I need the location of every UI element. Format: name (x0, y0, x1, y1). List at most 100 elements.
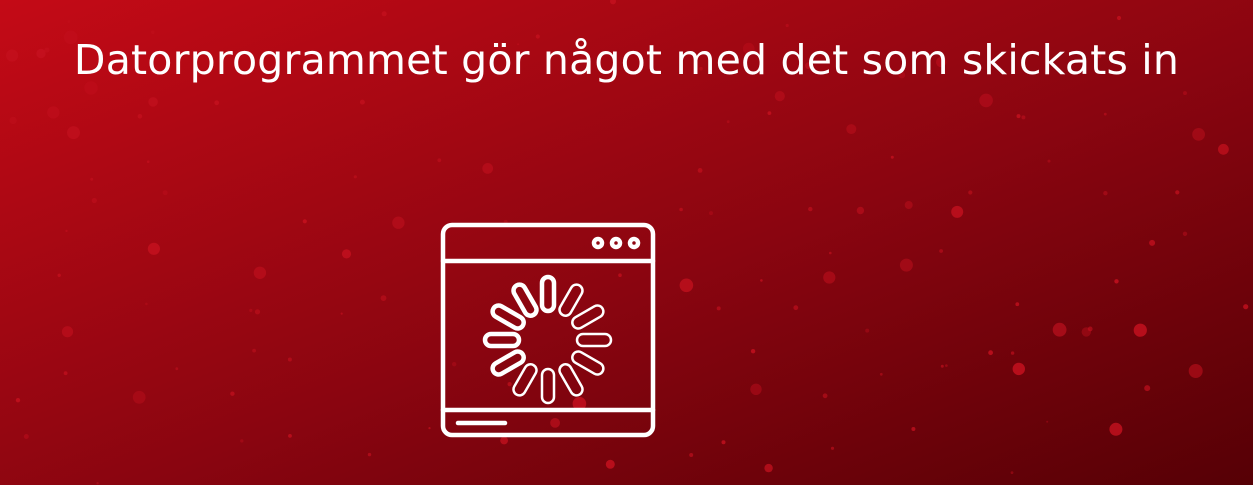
background-speckle (67, 126, 80, 140)
background-speckle (1144, 385, 1151, 392)
background-speckle (252, 348, 256, 353)
background-speckle (1133, 323, 1147, 337)
spinner-segment (539, 274, 557, 314)
background-speckle (808, 206, 813, 212)
background-speckle (132, 390, 146, 404)
background-speckle (822, 393, 828, 399)
background-speckle (1047, 159, 1051, 163)
background-speckle (341, 249, 352, 259)
background-speckle (830, 446, 835, 450)
background-speckle (1192, 127, 1205, 141)
background-speckle (1015, 302, 1020, 307)
background-speckle (1116, 15, 1122, 21)
background-speckle (1103, 191, 1108, 196)
spinner-segment (558, 283, 584, 317)
background-speckle (47, 106, 60, 119)
slide-title: Datorprogrammet gör något med det som sk… (73, 36, 1180, 84)
background-speckle (945, 364, 948, 367)
background-speckle (988, 350, 993, 356)
background-speckle (340, 312, 343, 315)
background-speckle (162, 190, 168, 196)
background-speckle (137, 114, 143, 119)
background-speckle (1114, 279, 1119, 284)
background-speckle (1021, 115, 1026, 120)
background-speckle (437, 158, 442, 163)
background-speckle (91, 197, 97, 204)
background-speckle (679, 207, 683, 212)
background-speckle (1182, 231, 1188, 236)
background-speckle (721, 440, 726, 445)
background-speckle (1149, 239, 1156, 246)
background-speckle (951, 205, 964, 218)
background-speckle (96, 482, 99, 485)
loading-window-icon (440, 222, 656, 438)
background-speckle (230, 391, 235, 396)
background-speckle (1175, 190, 1180, 195)
background-speckle (353, 175, 357, 179)
background-speckle (23, 434, 29, 439)
background-speckle (175, 367, 179, 371)
background-speckle (381, 11, 387, 17)
background-speckle (65, 229, 68, 233)
background-speckle (1046, 420, 1049, 423)
window-dot-2 (609, 236, 623, 250)
background-speckle (1188, 364, 1203, 378)
background-speckle (15, 398, 21, 403)
background-speckle (57, 273, 61, 277)
background-speckle (67, 20, 71, 23)
background-speckle (1010, 471, 1014, 474)
background-speckle (1052, 322, 1067, 337)
background-speckle (697, 168, 703, 173)
background-speckle (367, 452, 372, 457)
background-speckle (302, 219, 307, 224)
spinner-segment (571, 350, 605, 376)
spinner-segment (571, 304, 605, 330)
background-speckle (716, 306, 721, 311)
background-speckle (605, 459, 615, 469)
background-speckle (939, 249, 943, 253)
spinner-segment (482, 331, 522, 349)
background-speckle (287, 357, 292, 362)
background-speckle (145, 302, 148, 306)
background-speckle (689, 453, 694, 457)
background-speckle (904, 201, 913, 209)
background-speckle (767, 111, 772, 115)
background-speckle (911, 427, 916, 431)
background-speckle (359, 99, 365, 105)
background-speckle (148, 97, 158, 107)
background-speckle (750, 383, 762, 395)
window-dot-1 (591, 236, 605, 250)
background-speckle (726, 120, 730, 124)
background-speckle (760, 279, 763, 282)
spinner-segment (490, 349, 526, 377)
background-speckle (1010, 351, 1015, 355)
background-speckle (253, 266, 267, 279)
background-speckle (856, 206, 865, 215)
background-speckle (1081, 327, 1092, 337)
spinner-segment (558, 363, 584, 397)
background-speckle (90, 177, 94, 181)
background-speckle (240, 439, 244, 443)
background-speckle (750, 349, 756, 354)
background-speckle (709, 211, 713, 216)
background-speckle (940, 364, 944, 368)
background-speckle (63, 371, 68, 376)
background-speckle (764, 463, 773, 473)
background-speckle (1183, 91, 1187, 96)
background-speckle (823, 271, 836, 284)
background-speckle (214, 100, 220, 106)
spinner-segment (540, 367, 556, 405)
background-speckle (1103, 112, 1107, 116)
background-speckle (1012, 362, 1025, 376)
background-speckle (254, 309, 261, 315)
background-speckle (785, 23, 789, 28)
background-speckle (793, 305, 799, 311)
background-speckle (61, 326, 74, 338)
background-speckle (1016, 114, 1021, 119)
background-speckle (1243, 304, 1249, 310)
background-speckle (899, 258, 913, 272)
background-speckle (829, 251, 832, 255)
background-speckle (679, 278, 694, 293)
background-speckle (879, 372, 883, 376)
background-speckle (380, 295, 387, 301)
